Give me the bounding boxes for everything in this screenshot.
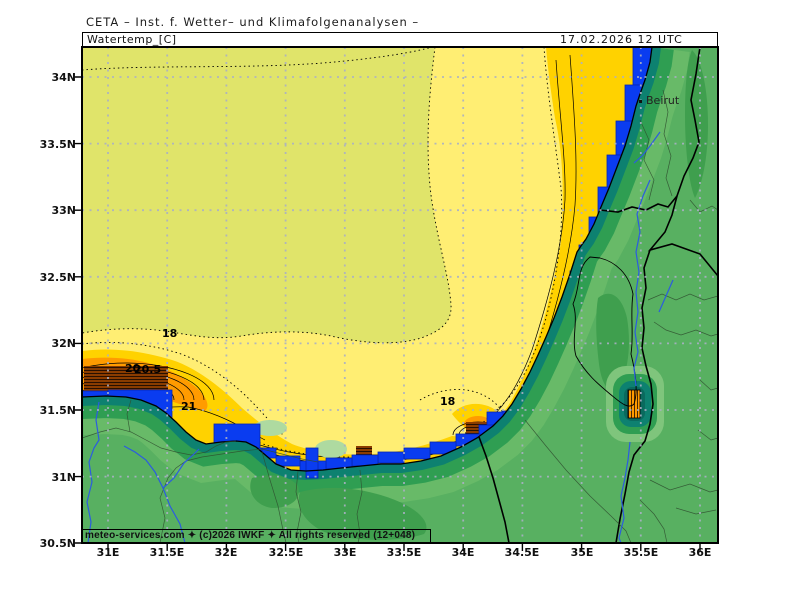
lon-tick-label: 32E: [201, 546, 251, 559]
contour-label: 18: [440, 395, 455, 408]
contour-label: 21: [181, 400, 196, 413]
lat-tick-label: 32N: [26, 337, 76, 350]
lat-tick-label: 32.5N: [26, 271, 76, 284]
datetime-label: 17.02.2026 12 UTC: [560, 33, 714, 46]
institute-title: CETA – Inst. f. Wetter– und Klimafolgena…: [86, 15, 419, 29]
contour-label: 20.5: [134, 363, 161, 376]
lat-tick-label: 33N: [26, 204, 76, 217]
lon-tick-label: 33E: [320, 546, 370, 559]
lat-tick-label: 31N: [26, 471, 76, 484]
weather-map-page: CETA – Inst. f. Wetter– und Klimafolgena…: [0, 0, 800, 600]
lat-tick-label: 30.5N: [26, 537, 76, 550]
lat-tick-label: 31.5N: [26, 404, 76, 417]
lon-tick-label: 34.5E: [497, 546, 547, 559]
product-label: Watertemp_[C]: [87, 33, 177, 46]
city-marker: [639, 100, 642, 103]
lon-tick-label: 35E: [557, 546, 607, 559]
lon-tick-label: 31.5E: [142, 546, 192, 559]
lon-tick-label: 34E: [438, 546, 488, 559]
lon-tick-label: 36E: [675, 546, 725, 559]
coastal-cell: [306, 448, 318, 478]
contour-label: 18: [162, 327, 177, 340]
attribution-text: meteo-services.com ✦ (c)2026 IWKF ✦ All …: [85, 530, 415, 541]
map-canvas: [0, 0, 800, 600]
city-label: Beirut: [646, 94, 679, 107]
lon-tick-label: 32.5E: [261, 546, 311, 559]
lat-tick-label: 33.5N: [26, 138, 76, 151]
lon-tick-label: 31E: [83, 546, 133, 559]
lon-tick-label: 33.5E: [379, 546, 429, 559]
lon-tick-label: 35.5E: [616, 546, 666, 559]
lat-tick-label: 34N: [26, 71, 76, 84]
